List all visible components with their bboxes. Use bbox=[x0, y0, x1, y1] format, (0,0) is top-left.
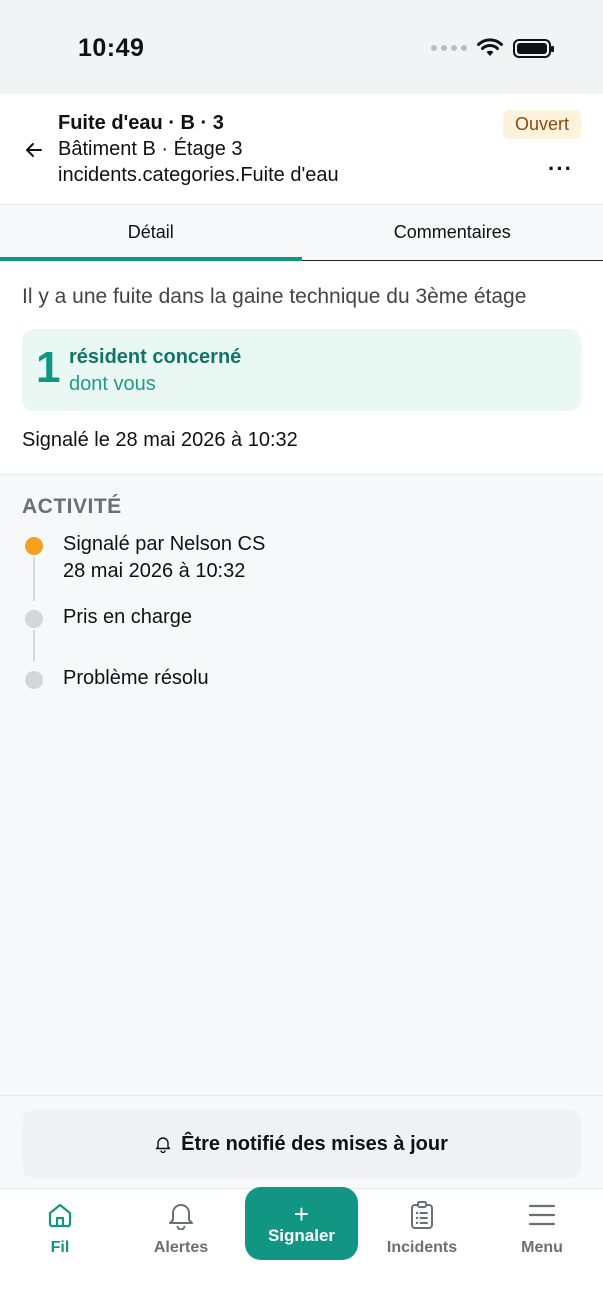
arrow-left-icon bbox=[26, 143, 42, 157]
timeline-dot-pending bbox=[25, 610, 43, 628]
incident-category: incidents.categories.Fuite d'eau bbox=[58, 164, 339, 186]
notify-label: Être notifié des mises à jour bbox=[181, 1132, 448, 1155]
bell-icon bbox=[169, 1204, 193, 1230]
nav-item-alertes[interactable]: Alertes bbox=[131, 1199, 231, 1257]
nav-label: Alertes bbox=[153, 1239, 209, 1256]
event-title: Signalé par Nelson CS bbox=[63, 533, 266, 555]
tab-bar: Détail Commentaires bbox=[0, 204, 603, 261]
wifi-icon bbox=[477, 38, 503, 56]
incident-location: Bâtiment B · Étage 3 bbox=[58, 138, 243, 160]
notify-button[interactable]: Être notifié des mises à jour bbox=[22, 1110, 581, 1178]
nav-label: Incidents bbox=[386, 1239, 458, 1256]
fab-label: Signaler bbox=[267, 1225, 336, 1245]
resident-count: 1 bbox=[36, 343, 61, 392]
incident-description: Il y a une fuite dans la gaine technique… bbox=[22, 285, 527, 308]
incident-header: Fuite d'eau · B · 3 Bâtiment B · Étage 3… bbox=[0, 94, 603, 204]
menu-icon bbox=[528, 1204, 556, 1226]
status-badge: Ouvert bbox=[502, 110, 581, 139]
bell-icon bbox=[155, 1137, 171, 1153]
page-title: Fuite d'eau · B · 3 bbox=[58, 112, 224, 134]
battery-icon bbox=[513, 38, 554, 58]
activity-title: ACTIVITÉ bbox=[22, 495, 122, 518]
residents-card: 1 résident concerné dont vous bbox=[22, 329, 581, 411]
nav-item-menu[interactable]: Menu bbox=[492, 1199, 592, 1257]
tab-detail[interactable]: Détail bbox=[0, 205, 302, 261]
timeline-connector bbox=[33, 630, 35, 662]
bottom-nav: Fil Alertes + Signaler Incidents Menu bbox=[0, 1187, 603, 1311]
back-button[interactable] bbox=[22, 138, 46, 162]
cellular-signal-icon bbox=[431, 45, 467, 51]
more-options-button[interactable]: ··· bbox=[548, 156, 573, 182]
clipboard-icon bbox=[411, 1201, 433, 1229]
plus-icon: + bbox=[293, 1198, 310, 1229]
nav-item-fil[interactable]: Fil bbox=[10, 1199, 110, 1257]
tab-comments[interactable]: Commentaires bbox=[302, 205, 603, 260]
status-time: 10:49 bbox=[78, 34, 145, 62]
timeline-dot-pending bbox=[25, 671, 43, 689]
resident-label: résident concerné bbox=[69, 346, 242, 368]
notify-bar: Être notifié des mises à jour bbox=[0, 1095, 603, 1188]
reported-date: Signalé le 28 mai 2026 à 10:32 bbox=[22, 429, 298, 451]
status-icons bbox=[431, 38, 554, 58]
activity-section: ACTIVITÉ Signalé par Nelson CS 28 mai 20… bbox=[0, 475, 603, 1095]
timeline-dot-done bbox=[25, 537, 43, 555]
detail-section: Il y a une fuite dans la gaine technique… bbox=[0, 261, 603, 475]
event-title: Pris en charge bbox=[63, 606, 192, 628]
nav-label: Menu bbox=[521, 1239, 563, 1256]
resident-sub: dont vous bbox=[69, 373, 156, 395]
status-bar: 10:49 bbox=[0, 0, 603, 94]
event-title: Problème résolu bbox=[63, 667, 209, 689]
nav-item-incidents[interactable]: Incidents bbox=[372, 1199, 472, 1257]
timeline-connector bbox=[33, 557, 35, 601]
home-icon bbox=[48, 1203, 72, 1228]
nav-label: Fil bbox=[50, 1239, 70, 1256]
report-button[interactable]: + Signaler bbox=[245, 1187, 358, 1260]
event-date: 28 mai 2026 à 10:32 bbox=[63, 560, 246, 582]
